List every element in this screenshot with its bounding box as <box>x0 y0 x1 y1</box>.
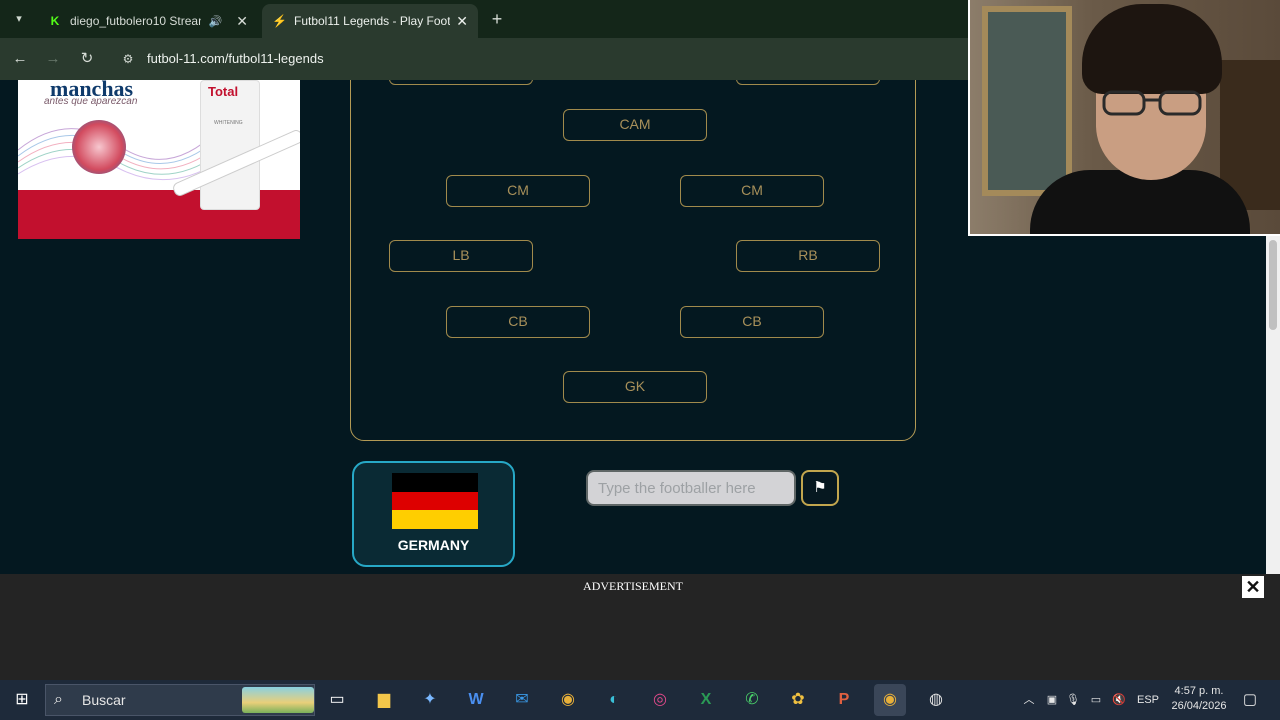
tab-title: Futbol11 Legends - Play Footba <box>294 14 451 28</box>
outlook-icon[interactable]: ✉ <box>506 684 538 716</box>
new-tab-icon[interactable]: + <box>486 8 508 30</box>
advertisement-label: ADVERTISEMENT <box>583 579 683 593</box>
task-view-icon[interactable]: ▭ <box>321 684 353 716</box>
taskbar-search-box[interactable]: ⌕ Buscar <box>45 684 315 716</box>
webcam-person-shirt <box>1030 170 1250 234</box>
futbol11-icon: ⚡ <box>272 14 287 28</box>
clock-time: 4:57 p. m. <box>1174 685 1224 697</box>
network-icon[interactable]: ▭ <box>1086 680 1106 720</box>
tab-futbol11[interactable]: ⚡ Futbol11 Legends - Play Footba ✕ <box>262 4 478 38</box>
close-tab-icon[interactable]: ✕ <box>456 13 468 30</box>
forward-arrow-icon[interactable]: → <box>42 48 64 70</box>
flag-icon[interactable]: ⚑ <box>801 470 839 506</box>
position-slot-cm-right[interactable]: CM <box>680 175 824 207</box>
meet-now-icon[interactable]: ▣ <box>1042 680 1062 720</box>
ad-product-name: Total <box>208 84 239 99</box>
webcam-glasses-graphic <box>1102 90 1202 116</box>
position-slot-cam[interactable]: CAM <box>563 109 707 141</box>
country-card: GERMANY <box>352 461 515 567</box>
webcam-person-hair <box>1082 4 1222 94</box>
position-slot-cm-left[interactable]: CM <box>446 175 590 207</box>
taskbar-clock[interactable]: 4:57 p. m. 26/04/2026 <box>1164 684 1234 714</box>
excel-icon[interactable]: X <box>690 684 722 716</box>
flag-stripe-black <box>392 473 478 492</box>
word-icon[interactable]: W <box>460 684 492 716</box>
chrome-active-icon[interactable]: ◉ <box>874 684 906 716</box>
country-name: GERMANY <box>397 537 470 553</box>
chrome-icon[interactable]: ◉ <box>552 684 584 716</box>
photos-icon[interactable]: ✿ <box>782 684 814 716</box>
clock-date: 26/04/2026 <box>1171 700 1227 712</box>
ad-tooth-graphic <box>72 120 126 174</box>
footballer-search-input[interactable] <box>586 470 796 506</box>
position-slot-gk[interactable]: GK <box>563 371 707 403</box>
webcam-painting <box>982 6 1072 196</box>
position-slot-lb[interactable]: LB <box>389 240 533 272</box>
notifications-icon[interactable]: ▢ <box>1238 680 1262 720</box>
speaker-icon[interactable]: 🔊 <box>209 15 223 28</box>
instagram-icon[interactable]: ◎ <box>644 684 676 716</box>
position-slot-lw[interactable]: LW <box>389 80 533 85</box>
windows-start-icon[interactable]: ⊞ <box>6 684 38 716</box>
flag-stripe-gold <box>392 510 478 529</box>
formation-pitch: LW RW CAM CM CM LB RB CB CB GK <box>350 80 916 441</box>
tab-title: diego_futbolero10 Stream <box>70 14 201 28</box>
language-indicator[interactable]: ESP <box>1134 680 1162 720</box>
search-icon: ⌕ <box>54 691 63 708</box>
file-explorer-icon[interactable]: ▆ <box>368 684 400 716</box>
kick-icon: K <box>50 14 60 28</box>
whatsapp-icon[interactable]: ✆ <box>736 684 768 716</box>
position-slot-rb[interactable]: RB <box>736 240 880 272</box>
scrollbar-thumb[interactable] <box>1269 240 1277 330</box>
microphone-icon[interactable]: 🎙 <box>1064 680 1082 720</box>
page-scrollbar[interactable] <box>1266 234 1280 574</box>
close-ad-icon[interactable]: ✕ <box>1242 576 1264 598</box>
flag-stripe-red <box>392 491 478 511</box>
ad-tagline: antes que aparezcan <box>44 96 138 107</box>
show-hidden-icons-chevron-icon[interactable]: ︿ <box>1020 680 1038 720</box>
windows-taskbar: ⊞ ⌕ Buscar ▭ ▆ ✦ W ✉ ◉ ◐ ◎ X ✆ ✿ P ◉ ◍ ︿… <box>0 680 1280 720</box>
toothpaste-ad-banner[interactable]: manchas antes que aparezcan Total WHITEN… <box>18 80 300 239</box>
address-bar-url[interactable]: futbol-11.com/futbol11-legends <box>147 48 324 70</box>
position-slot-cb-right[interactable]: CB <box>680 306 824 338</box>
search-highlight-image <box>242 687 314 713</box>
close-tab-icon[interactable]: ✕ <box>236 13 248 30</box>
webcam-overlay <box>968 0 1280 236</box>
position-slot-cb-left[interactable]: CB <box>446 306 590 338</box>
tab-search-chevron-icon[interactable]: ▾ <box>8 8 30 30</box>
screen: ▾ K diego_futbolero10 Stream 🔊 ✕ ⚡ Futbo… <box>0 0 1280 720</box>
edge-icon[interactable]: ◐ <box>598 684 630 716</box>
taskbar-search-text: Buscar <box>82 692 126 708</box>
ad-product-sub: WHITENING <box>214 120 243 126</box>
site-info-icon[interactable]: ⚙ <box>118 48 138 70</box>
position-slot-rw[interactable]: RW <box>736 80 880 85</box>
germany-flag-icon <box>392 473 478 529</box>
powerpoint-icon[interactable]: P <box>828 684 860 716</box>
ad-toothpaste-tube <box>200 80 260 210</box>
advertisement-bar: ADVERTISEMENT ✕ <box>0 574 1280 680</box>
obs-icon[interactable]: ◍ <box>920 684 952 716</box>
copilot-icon[interactable]: ✦ <box>414 684 446 716</box>
back-arrow-icon[interactable]: ← <box>9 48 31 70</box>
reload-icon[interactable]: ↻ <box>76 48 98 70</box>
volume-muted-icon[interactable]: 🔇 <box>1108 680 1130 720</box>
tab-stream[interactable]: K diego_futbolero10 Stream 🔊 ✕ <box>38 4 258 38</box>
